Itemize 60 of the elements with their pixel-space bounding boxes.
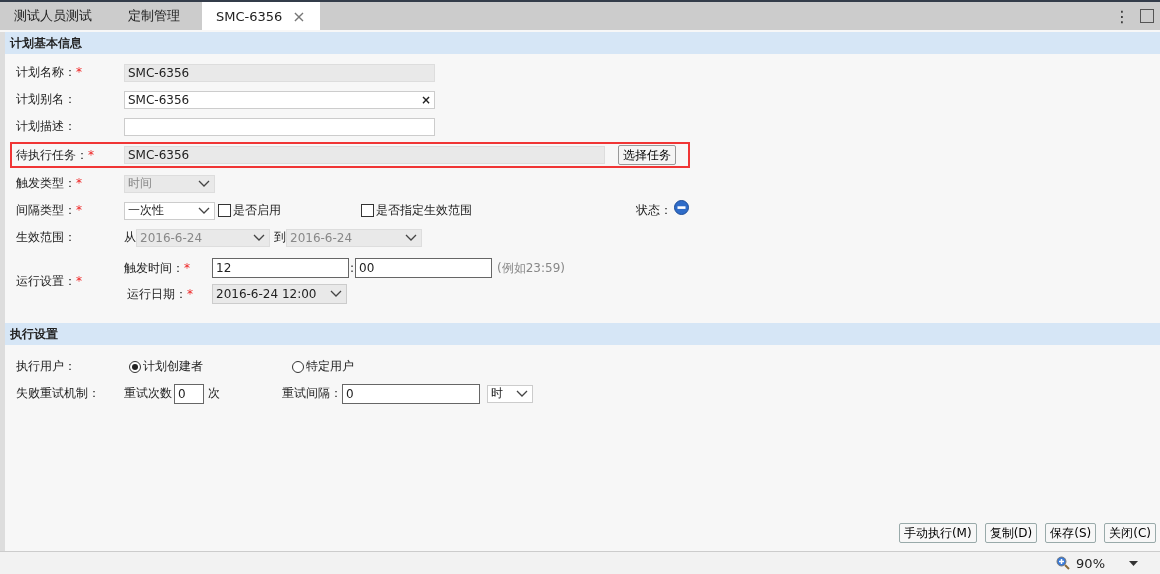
unit-label: 次 — [208, 385, 220, 402]
field-label: 执行用户： — [16, 358, 77, 375]
chevron-down-icon — [330, 290, 342, 298]
separator: : — [349, 261, 355, 275]
input-field[interactable]: SMC-6356 — [124, 146, 605, 164]
action-button[interactable]: 手动执行(M) — [898, 523, 977, 543]
zoom-level: 90% — [1076, 555, 1105, 571]
field-label: 运行设置：* — [16, 272, 83, 290]
dropdown-arrow-icon[interactable] — [1129, 560, 1138, 566]
status-label: 状态： — [636, 202, 672, 219]
dropdown[interactable]: 一次性 — [124, 201, 215, 220]
checkbox-label: 是否启用 — [233, 202, 281, 219]
checkbox[interactable] — [361, 204, 374, 217]
input-field[interactable]: 0 — [174, 383, 204, 404]
zoom-icon[interactable] — [1056, 556, 1071, 570]
action-button[interactable]: 复制(D) — [984, 523, 1038, 543]
field-label: 生效范围： — [16, 229, 77, 246]
field-label: 待执行任务：* — [16, 146, 95, 164]
field-label: 间隔类型：* — [16, 202, 83, 219]
field-label: 计划名称：* — [16, 64, 83, 81]
input-field[interactable]: SMC-6356 × — [124, 90, 435, 109]
radio-label: 特定用户 — [306, 358, 354, 375]
field-label: 重试次数 — [124, 385, 172, 402]
field-label: 失败重试机制： — [16, 385, 101, 402]
section-header: 执行设置 — [5, 323, 1160, 345]
field-label: 计划描述： — [16, 118, 77, 135]
action-button[interactable]: 关闭(C) — [1104, 523, 1156, 543]
checkbox[interactable] — [218, 204, 231, 217]
tab[interactable]: 定制管理 — [114, 2, 194, 30]
action-button[interactable]: 保存(S) — [1045, 523, 1097, 543]
dropdown[interactable]: 时 — [487, 384, 533, 403]
tab[interactable]: SMC-6356 × — [202, 2, 320, 30]
field-label: 计划别名： — [16, 91, 77, 108]
hint-text: (例如23:59) — [497, 259, 565, 277]
field-label: 重试间隔： — [282, 385, 342, 402]
chevron-down-icon — [405, 233, 417, 242]
from-label: 从 — [124, 229, 136, 246]
field-label: 触发类型：* — [16, 175, 83, 192]
radio-button[interactable] — [129, 360, 141, 373]
radio-label: 计划创建者 — [143, 358, 203, 375]
minus-circle-icon — [674, 200, 689, 215]
field-label: 触发时间：* — [124, 259, 191, 277]
input-field[interactable]: 0 — [342, 383, 480, 404]
checkbox-label: 是否指定生效范围 — [376, 202, 472, 219]
dropdown[interactable]: 2016-6-24 12:00 — [212, 284, 347, 304]
maximize-icon[interactable] — [1140, 9, 1154, 23]
more-icon[interactable]: ⋮ — [1114, 6, 1130, 26]
field-label: 运行日期：* — [126, 285, 194, 303]
section-header: 计划基本信息 — [5, 32, 1160, 54]
radio-button[interactable] — [292, 360, 304, 373]
tab[interactable]: 测试人员测试 — [0, 2, 106, 30]
input-field[interactable]: 12 — [212, 258, 349, 278]
to-label: 到 — [274, 229, 286, 246]
input-field[interactable]: 00 — [355, 258, 492, 278]
chevron-down-icon — [198, 206, 210, 215]
chevron-down-icon — [253, 233, 265, 242]
chevron-down-icon — [516, 389, 528, 398]
select-task-button[interactable]: 选择任务 — [618, 145, 676, 165]
chevron-down-icon — [198, 179, 210, 188]
input-field[interactable] — [124, 117, 435, 136]
